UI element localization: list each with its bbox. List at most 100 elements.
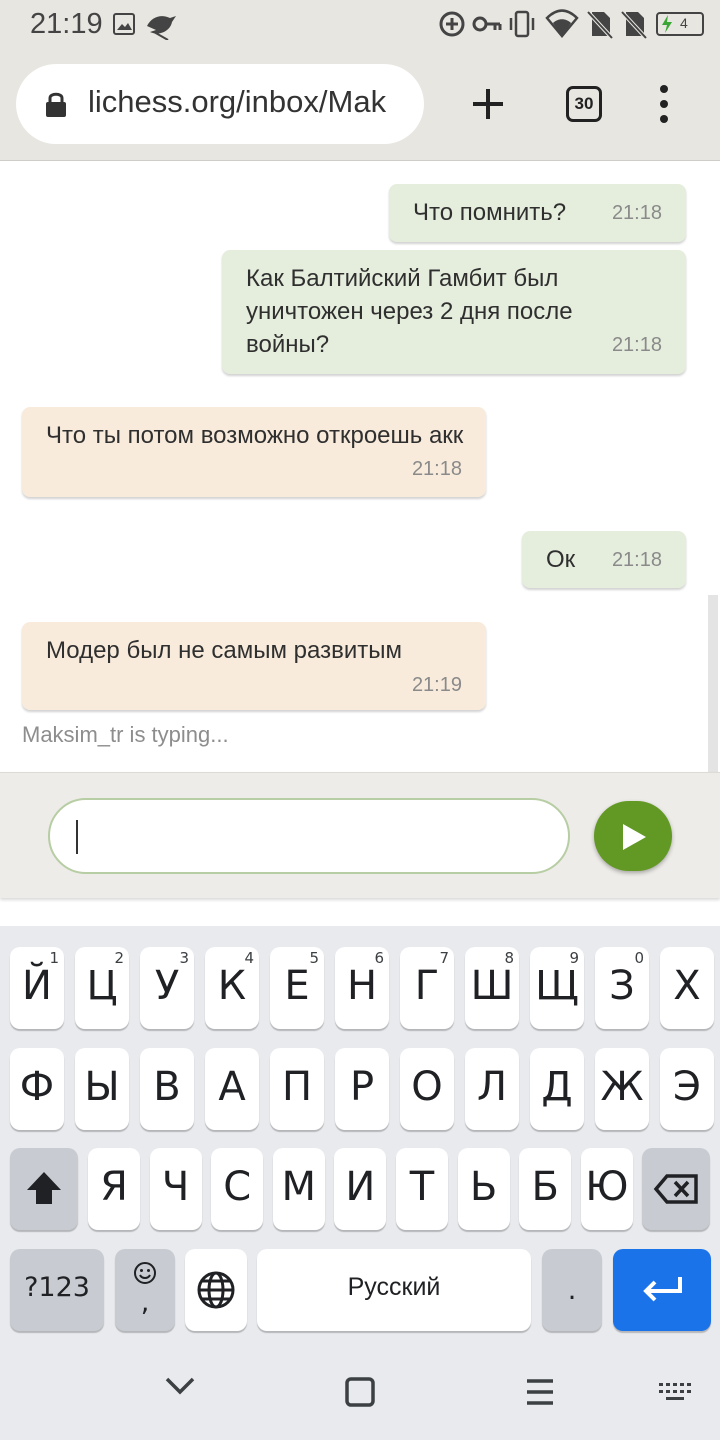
message-time: 21:19 xyxy=(411,674,462,696)
key-number-hint: 5 xyxy=(309,949,319,967)
period-key[interactable]: . xyxy=(542,1249,602,1331)
battery-charging-icon: 4 xyxy=(656,12,704,36)
letter-key[interactable]: Ц2 xyxy=(75,947,129,1029)
shift-arrow-icon xyxy=(27,1172,61,1204)
letter-key[interactable]: М xyxy=(272,1148,325,1230)
key-label: М xyxy=(281,1164,317,1210)
key-label: П xyxy=(281,1064,313,1110)
space-key[interactable]: Русский xyxy=(257,1249,531,1331)
key-label: Л xyxy=(476,1064,508,1110)
message-text: Что ты потом возможно откроешь акк xyxy=(46,422,464,449)
letter-key[interactable]: С xyxy=(211,1148,264,1230)
space-key-label: Русский xyxy=(347,1273,441,1301)
letter-key[interactable]: Д xyxy=(530,1048,584,1130)
message-text: Что помнить? xyxy=(413,199,567,226)
key-label: У xyxy=(154,963,180,1009)
new-tab-plus-icon[interactable] xyxy=(470,86,506,122)
key-number-hint: 6 xyxy=(374,949,384,967)
no-sim-icon xyxy=(586,10,614,40)
letter-key[interactable]: Я xyxy=(88,1148,140,1230)
scrollbar[interactable] xyxy=(708,595,718,772)
letter-key[interactable]: З0 xyxy=(595,947,649,1029)
message-bubble-outgoing: Как Балтийский Гамбит был уничтожен чере… xyxy=(222,250,686,374)
letter-key[interactable]: У3 xyxy=(140,947,194,1029)
message-input[interactable] xyxy=(48,798,570,874)
key-number-hint: 3 xyxy=(179,949,189,967)
message-time: 21:18 xyxy=(411,458,462,480)
tabs-icon[interactable]: 30 xyxy=(566,86,602,122)
key-label: Й xyxy=(22,963,52,1009)
key-label: Ж xyxy=(600,1064,644,1110)
vibrate-icon xyxy=(509,10,535,38)
symbols-key[interactable]: ?123 xyxy=(10,1249,104,1331)
home-icon[interactable] xyxy=(344,1376,376,1408)
hide-keyboard-icon[interactable] xyxy=(164,1376,196,1396)
shift-key[interactable] xyxy=(10,1148,78,1230)
letter-key[interactable]: П xyxy=(270,1048,324,1130)
period-key-label: . xyxy=(567,1275,577,1306)
data-saver-icon xyxy=(439,11,465,37)
backspace-key[interactable] xyxy=(642,1148,710,1230)
letter-key[interactable]: Х xyxy=(660,947,714,1029)
phone-screen: 21:19 4 lichess.org/inbox/Mak 30 Что пом… xyxy=(0,0,720,1440)
message-bubble-incoming: Модер был не самым развитым 21:19 xyxy=(22,622,486,710)
key-number-hint: 1 xyxy=(49,949,59,967)
language-key[interactable] xyxy=(185,1249,247,1331)
letter-key[interactable]: Ы xyxy=(75,1048,129,1130)
letter-key[interactable]: Н6 xyxy=(335,947,389,1029)
key-number-hint: 2 xyxy=(114,949,124,967)
letter-key[interactable]: Ф xyxy=(10,1048,64,1130)
recents-icon[interactable] xyxy=(525,1378,555,1406)
letter-key[interactable]: Й1 xyxy=(10,947,64,1029)
enter-key[interactable] xyxy=(613,1249,711,1331)
key-label: Х xyxy=(673,963,701,1009)
message-list[interactable]: Что помнить? 21:18 Как Балтийский Гамбит… xyxy=(0,162,720,772)
key-label: В xyxy=(153,1064,181,1110)
letter-key[interactable]: К4 xyxy=(205,947,259,1029)
comma-key-label: , xyxy=(140,1287,150,1318)
key-label: Ь xyxy=(469,1164,498,1210)
key-label: Н xyxy=(346,963,378,1009)
letter-key[interactable]: Г7 xyxy=(400,947,454,1029)
letter-key[interactable]: Ь xyxy=(457,1148,510,1230)
letter-key[interactable]: О xyxy=(400,1048,454,1130)
key-number-hint: 8 xyxy=(504,949,514,967)
letter-key[interactable]: И xyxy=(334,1148,387,1230)
vpn-key-icon xyxy=(472,16,502,32)
letter-key[interactable]: Р xyxy=(335,1048,389,1130)
key-label: К xyxy=(217,963,247,1009)
letter-key[interactable]: Щ9 xyxy=(530,947,584,1029)
status-bar: 21:19 4 xyxy=(0,0,720,50)
letter-key[interactable]: Ж xyxy=(595,1048,649,1130)
send-play-icon xyxy=(623,824,646,850)
letter-key[interactable]: А xyxy=(205,1048,259,1130)
letter-key[interactable]: Э xyxy=(660,1048,714,1130)
letter-key[interactable]: Л xyxy=(465,1048,519,1130)
letter-key[interactable]: Т xyxy=(396,1148,448,1230)
key-label: И xyxy=(345,1164,376,1210)
keyboard-switch-icon[interactable] xyxy=(658,1382,692,1402)
key-label: Ц xyxy=(86,963,118,1009)
send-button[interactable] xyxy=(594,801,672,871)
address-bar[interactable]: lichess.org/inbox/Mak xyxy=(16,64,424,144)
key-label: Е xyxy=(284,963,310,1009)
key-number-hint: 0 xyxy=(634,949,644,967)
letter-key[interactable]: Ч xyxy=(149,1148,202,1230)
letter-key[interactable]: Е5 xyxy=(270,947,324,1029)
message-time: 21:18 xyxy=(611,334,662,356)
letter-key[interactable]: Ю xyxy=(580,1148,633,1230)
key-label: Ю xyxy=(585,1164,629,1210)
soft-keyboard: Й1Ц2У3К4Е5Н6Г7Ш8Щ9З0Х ФЫВАПРОЛДЖЭ ЯЧСМИТ… xyxy=(0,926,720,1440)
key-label: Т xyxy=(409,1164,435,1210)
key-label: Э xyxy=(673,1064,701,1110)
letter-key[interactable]: Б xyxy=(519,1148,572,1230)
letter-key[interactable]: Ш8 xyxy=(465,947,519,1029)
gallery-icon xyxy=(113,13,135,35)
battery-level: 4 xyxy=(680,15,688,31)
more-menu-icon[interactable] xyxy=(654,84,674,124)
letter-key[interactable]: В xyxy=(140,1048,194,1130)
emoji-comma-key[interactable]: , xyxy=(115,1249,175,1331)
key-label: Б xyxy=(531,1164,559,1210)
key-label: Ы xyxy=(84,1064,120,1110)
key-label: Ф xyxy=(19,1064,55,1110)
